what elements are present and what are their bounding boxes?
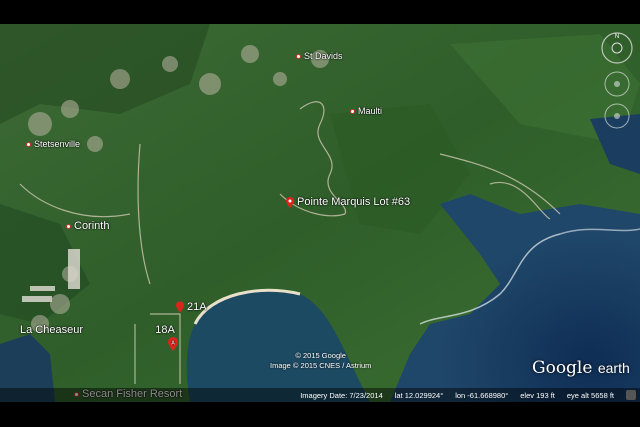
look-joystick-icon[interactable] — [604, 71, 630, 97]
copyright-notice: © 2015 Google Image © 2015 CNES / Astriu… — [270, 351, 371, 371]
place-marker-icon — [296, 53, 301, 59]
place-la-chaseur[interactable]: La Cheaseur — [20, 324, 83, 336]
copyright-line: Image © 2015 CNES / Astrium — [270, 361, 372, 370]
pin-label: 18A — [155, 324, 175, 336]
imagery-date: Imagery Date: 7/23/2014 — [300, 390, 383, 400]
compass-icon[interactable]: N — [601, 32, 633, 64]
latitude-readout: lat 12.029924° — [394, 390, 444, 400]
copyright-line: © 2015 Google — [295, 351, 346, 360]
map-viewport[interactable]: St Davids Maulti Stetsenville Corinth La… — [0, 24, 640, 402]
place-label: La Cheaseur — [20, 324, 83, 336]
streaming-indicator-icon — [626, 390, 636, 400]
place-marker-icon — [66, 223, 71, 229]
pin-pointe-marquis[interactable]: Pointe Marquis Lot #63 — [286, 196, 410, 208]
eye-altitude-readout: eye alt 5658 ft — [566, 390, 614, 400]
map-pin-icon — [286, 196, 294, 208]
map-pin-icon: A — [168, 337, 178, 351]
move-joystick-icon[interactable] — [604, 103, 630, 129]
pin-label: Pointe Marquis Lot #63 — [297, 196, 411, 208]
pin-lot-21a[interactable]: 21A — [176, 301, 207, 313]
place-label: St Davids — [304, 51, 343, 61]
pin-label: 21A — [187, 301, 207, 313]
place-label: Stetsenville — [34, 139, 81, 149]
satellite-imagery — [0, 24, 640, 402]
pin-lot-18a[interactable]: 18A A — [152, 324, 178, 351]
elevation-readout: elev 193 ft — [520, 390, 555, 400]
place-maulti[interactable]: Maulti — [350, 106, 382, 116]
map-pin-icon — [176, 301, 184, 313]
logo-word: Google — [532, 358, 593, 378]
place-stetsenville[interactable]: Stetsenville — [26, 139, 80, 149]
place-corinth[interactable]: Corinth — [66, 220, 109, 232]
place-marker-icon — [26, 141, 31, 147]
svg-text:N: N — [615, 34, 619, 40]
google-earth-logo: Google earth — [532, 358, 630, 378]
longitude-readout: lon -61.668980° — [455, 390, 509, 400]
place-marker-icon — [350, 108, 355, 114]
status-bar: Imagery Date: 7/23/2014 lat 12.029924° l… — [0, 388, 640, 402]
navigation-controls: N — [600, 30, 634, 135]
place-st-davids[interactable]: St Davids — [296, 51, 343, 61]
logo-word: earth — [597, 360, 630, 376]
place-label: Maulti — [358, 106, 383, 116]
place-label: Corinth — [74, 220, 110, 232]
